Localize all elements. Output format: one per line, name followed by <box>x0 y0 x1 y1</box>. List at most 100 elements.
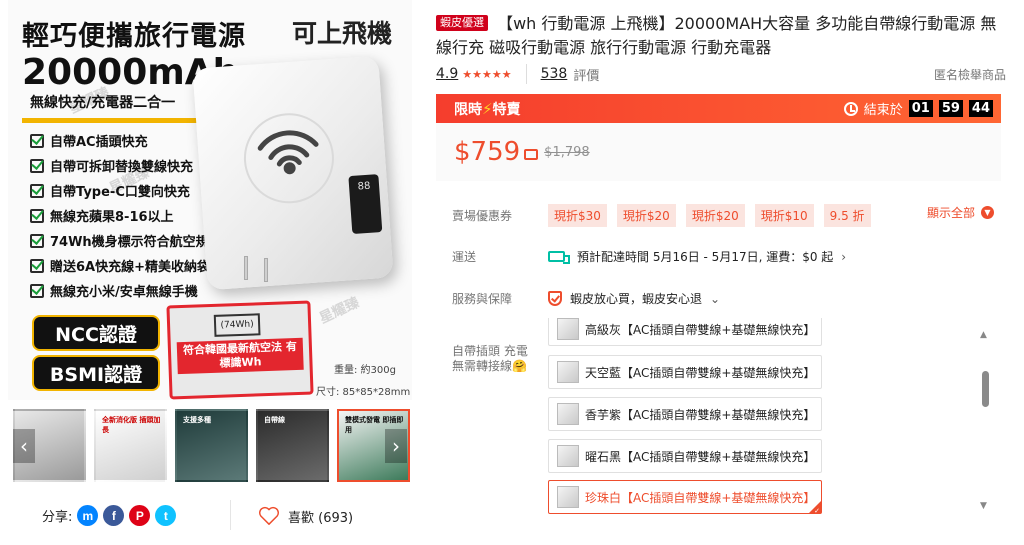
original-price: $1,798 <box>544 144 590 160</box>
checkbox-icon <box>30 208 44 223</box>
favorite-button[interactable]: 喜歡 (693) <box>258 506 353 526</box>
checkbox-icon <box>30 283 44 298</box>
scroll-down-icon[interactable]: ▼ <box>980 501 987 511</box>
pinterest-icon[interactable]: P <box>129 505 151 526</box>
flash-sale-bar: 限時⚡特賣 結束於 01 59 44 <box>436 94 1001 123</box>
review-label: 評價 <box>573 68 600 84</box>
variation-thumbnail <box>557 361 579 383</box>
review-count[interactable]: 538 <box>541 66 568 82</box>
guarantee-row: 服務與保障 蝦皮放心買，蝦皮安心退 ⌄ <box>452 290 720 307</box>
airline-notice: (74Wh) 符合韓國最新航空法 有標識Wh <box>166 300 314 400</box>
product-details: 蝦皮優選 【wh 行動電源 上飛機】20000MAH大容量 多功能自帶線行動電源… <box>436 0 1016 545</box>
thumbnail[interactable]: 自帶線 <box>256 409 329 482</box>
chevron-down-icon: ▼ <box>981 206 994 219</box>
thumbnail[interactable]: 全新消化版 插頭加長 <box>94 409 167 482</box>
image-size: 尺寸: 85*85*28mm <box>316 387 411 398</box>
share-label: 分享: <box>42 510 73 525</box>
share-bar: 分享: m f P t <box>42 505 177 526</box>
variation-thumbnail <box>557 403 579 425</box>
feature-item: 無線充蘋果8-16以上 <box>30 203 222 228</box>
wireless-charging-icon <box>243 113 334 204</box>
countdown: 結束於 01 59 44 <box>843 99 993 118</box>
main-product-image[interactable]: 星耀臻 星耀臻 星耀臻 星耀臻 輕巧便攜旅行電源 可上飛機 20000mAh 無… <box>8 0 412 400</box>
plug-pin <box>264 258 268 282</box>
scrollbar-thumb[interactable] <box>982 371 989 407</box>
voucher-list: 現折$30 現折$20 現折$20 現折$10 9.5 折 <box>548 204 871 227</box>
plug-pin <box>244 256 248 280</box>
divider <box>230 500 231 530</box>
voucher-chip[interactable]: 現折$10 <box>754 204 814 227</box>
price-info-icon[interactable] <box>524 148 539 160</box>
rating-score[interactable]: 4.9 <box>436 66 458 82</box>
voucher-label: 賣場優惠券 <box>452 209 513 223</box>
product-title-text: 【wh 行動電源 上飛機】20000MAH大容量 多功能自帶線行動電源 無線行充… <box>436 14 997 57</box>
chevron-down-icon[interactable]: ⌄ <box>710 292 720 306</box>
favorite-label: 喜歡 (693) <box>288 510 354 526</box>
feature-item: 自帶可拆卸替換雙線快充 <box>30 153 222 178</box>
voucher-chip[interactable]: 現折$20 <box>685 204 745 227</box>
guarantee-text[interactable]: 蝦皮放心買，蝦皮安心退 <box>570 290 702 307</box>
variation-option[interactable]: 天空藍【AC插頭自帶雙線+基礎無線快充】 <box>548 355 822 389</box>
voucher-chip[interactable]: 9.5 折 <box>823 204 871 227</box>
shipping-row: 運送 預計配達時間 5月16日 - 5月17日, 運費：$0 起 › <box>452 248 846 265</box>
messenger-icon[interactable]: m <box>77 505 99 526</box>
chevron-right-icon[interactable]: › <box>385 429 407 463</box>
current-price: $759 <box>454 137 521 167</box>
facebook-icon[interactable]: f <box>103 505 125 526</box>
checkbox-icon <box>30 133 44 148</box>
rating-bar: 4.9 ★★★★★ 538 評價 <box>436 64 599 84</box>
power-bank-illustration: 88 <box>192 55 394 291</box>
checkbox-icon <box>30 158 44 173</box>
feature-item: 無線充小米/安卓無線手機 <box>30 278 222 303</box>
twitter-icon[interactable]: t <box>155 505 177 526</box>
countdown-seconds: 44 <box>968 100 993 117</box>
clock-icon <box>843 101 858 116</box>
shipping-label: 運送 <box>452 250 477 264</box>
variation-option-selected[interactable]: 珍珠白【AC插頭自帶雙線+基礎無線快充】 <box>548 480 822 515</box>
chevron-right-icon[interactable]: › <box>841 250 846 264</box>
image-badge: 可上飛機 <box>292 19 393 48</box>
preferred-tag: 蝦皮優選 <box>436 15 488 31</box>
variation-option[interactable]: 香芋紫【AC插頭自帶雙線+基礎無線快充】 <box>548 397 822 431</box>
guarantee-label: 服務與保障 <box>452 292 513 306</box>
feature-item: 自帶AC插頭快充 <box>30 128 222 153</box>
checkbox-icon <box>30 233 44 248</box>
thumbnail[interactable]: 支援多種 <box>175 409 248 482</box>
heart-icon <box>259 506 279 525</box>
price-section: $759 $1,798 <box>436 123 1001 181</box>
variation-thumbnail <box>557 445 579 467</box>
voucher-row: 賣場優惠券 現折$30 現折$20 現折$20 現折$10 9.5 折 <box>452 204 871 227</box>
feature-list: 自帶AC插頭快充 自帶可拆卸替換雙線快充 自帶Type-C口雙向快充 無線充蘋果… <box>30 128 222 303</box>
checkbox-icon <box>30 258 44 273</box>
countdown-minutes: 59 <box>938 100 963 117</box>
chevron-left-icon[interactable]: ‹ <box>13 429 35 463</box>
image-headline: 輕巧便攜旅行電源 <box>22 21 246 52</box>
variation-label: 自帶插頭 充電無需轉接線🤗 <box>452 344 528 373</box>
ncc-cert-badge: NCC認證 <box>32 315 160 351</box>
voucher-chip[interactable]: 現折$20 <box>616 204 676 227</box>
image-subtitle: 無線快充/充電器二合一 <box>22 90 210 123</box>
show-all-vouchers[interactable]: 顯示全部 ▼ <box>927 204 994 221</box>
shield-icon <box>548 291 562 306</box>
feature-item: 74Wh機身標示符合航空規定 <box>30 228 222 253</box>
checkbox-icon <box>30 183 44 198</box>
variation-thumbnail <box>557 486 579 508</box>
bsmi-cert-badge: BSMI認證 <box>32 355 160 391</box>
truck-icon <box>548 251 570 264</box>
show-all-label: 顯示全部 <box>926 206 975 220</box>
product-title: 蝦皮優選 【wh 行動電源 上飛機】20000MAH大容量 多功能自帶線行動電源… <box>436 12 1011 60</box>
variation-option[interactable]: 高級灰【AC插頭自帶雙線+基礎無線快充】 <box>548 318 822 346</box>
notice-wh-label: (74Wh) <box>213 313 261 337</box>
voucher-chip[interactable]: 現折$30 <box>548 204 607 227</box>
report-link[interactable]: 匿名檢舉商品 <box>934 66 1006 83</box>
shipping-text[interactable]: 預計配達時間 5月16日 - 5月17日, 運費：$0 起 <box>577 248 833 265</box>
divider <box>525 64 527 84</box>
scroll-up-icon[interactable]: ▲ <box>980 330 987 340</box>
lightning-icon: ⚡ <box>482 99 493 118</box>
ends-label: 結束於 <box>863 103 903 118</box>
flash-sale-label: 限時⚡特賣 <box>454 99 521 118</box>
countdown-hours: 01 <box>908 100 933 117</box>
variation-option[interactable]: 曜石黑【AC插頭自帶雙線+基礎無線快充】 <box>548 439 822 473</box>
variation-list: 高級灰【AC插頭自帶雙線+基礎無線快充】 天空藍【AC插頭自帶雙線+基礎無線快充… <box>548 318 824 518</box>
feature-item: 自帶Type-C口雙向快充 <box>30 178 222 203</box>
